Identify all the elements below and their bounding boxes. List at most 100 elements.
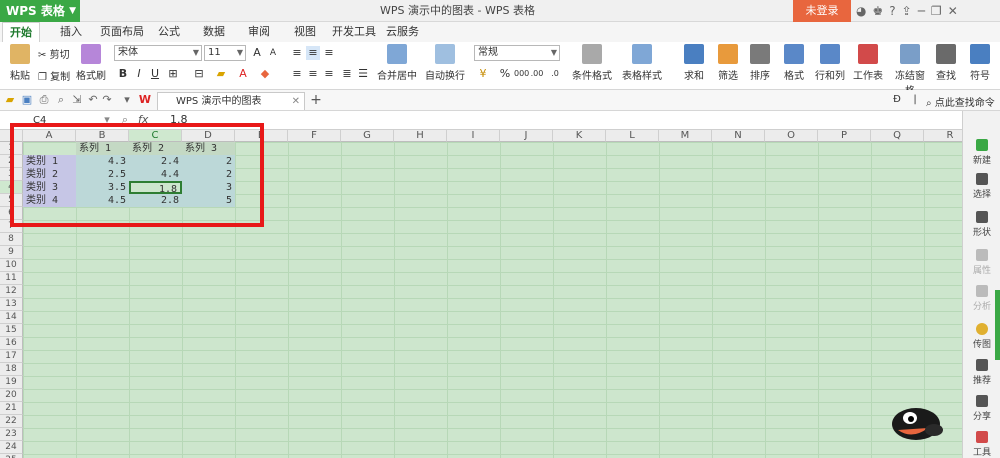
preview-icon[interactable]: ⌕ xyxy=(54,93,68,107)
column-header[interactable]: L xyxy=(606,130,659,142)
row-header[interactable]: 8 xyxy=(0,233,23,246)
sidebar-item-properties[interactable]: 属性 xyxy=(963,249,1000,276)
row-col-button[interactable]: 行和列 xyxy=(812,44,848,82)
italic-icon[interactable]: I xyxy=(132,67,146,81)
redo-icon[interactable]: ↷ xyxy=(100,93,114,107)
tab-review[interactable]: 审阅 xyxy=(248,22,270,42)
search-command[interactable]: ⌕ 点此查找命令 xyxy=(926,94,995,109)
filter-button[interactable]: 筛选 xyxy=(714,44,742,82)
column-header[interactable]: P xyxy=(818,130,871,142)
fill-color-icon[interactable]: ▰ xyxy=(214,67,228,81)
increase-font-icon[interactable]: A xyxy=(250,46,264,60)
row-header[interactable]: 11 xyxy=(0,272,23,285)
row-header[interactable]: 14 xyxy=(0,311,23,324)
column-header[interactable]: F xyxy=(288,130,341,142)
shirt-icon[interactable]: ♚ xyxy=(872,4,883,18)
open-folder-icon[interactable]: ▰ xyxy=(3,93,17,107)
format-button[interactable]: 格式 xyxy=(780,44,808,82)
thousands-icon[interactable]: 000 xyxy=(514,67,529,81)
merge-shape-icon[interactable]: ⊟ xyxy=(192,67,206,81)
clear-format-icon[interactable]: ◆ xyxy=(258,67,272,81)
column-header[interactable]: H xyxy=(394,130,447,142)
column-header[interactable]: R xyxy=(924,130,962,142)
print-icon[interactable]: ⎙ xyxy=(37,93,51,107)
tab-home[interactable]: 开始 xyxy=(2,22,40,42)
row-header[interactable]: 20 xyxy=(0,389,23,402)
row-header[interactable]: 10 xyxy=(0,259,23,272)
bold-icon[interactable]: B xyxy=(116,67,130,81)
sidebar-item-select[interactable]: 选择 xyxy=(963,173,1000,200)
table-style-button[interactable]: 表格样式 xyxy=(620,44,664,82)
tab-developer[interactable]: 开发工具 xyxy=(332,22,376,42)
login-button[interactable]: 未登录 xyxy=(793,0,851,22)
find-button[interactable]: 查找 xyxy=(932,44,960,82)
sidebar-item-share[interactable]: 分享 xyxy=(963,395,1000,422)
sidebar-toggle[interactable] xyxy=(995,290,1000,360)
currency-icon[interactable]: ¥ xyxy=(476,67,490,81)
doc-tab[interactable]: WPS 演示中的图表 ✕ xyxy=(157,92,305,110)
row-header[interactable]: 15 xyxy=(0,324,23,337)
align-center-icon[interactable]: ≡ xyxy=(306,67,320,81)
sidebar-item-tools[interactable]: 工具 xyxy=(963,431,1000,458)
tab-cloud[interactable]: 云服务 xyxy=(386,22,419,42)
sidebar-item-recommend[interactable]: 推荐 xyxy=(963,359,1000,386)
column-header[interactable]: O xyxy=(765,130,818,142)
sort-button[interactable]: 排序 xyxy=(746,44,774,82)
align-bottom-icon[interactable]: ≡ xyxy=(322,46,336,60)
row-header[interactable]: 22 xyxy=(0,415,23,428)
upload-icon[interactable]: ⇪ xyxy=(902,4,912,18)
new-tab-icon[interactable]: + xyxy=(309,93,323,107)
row-header[interactable]: 9 xyxy=(0,246,23,259)
app-menu-button[interactable]: WPS 表格 ▼ xyxy=(0,0,80,22)
conditional-format-button[interactable]: 条件格式 xyxy=(570,44,614,82)
tab-data[interactable]: 数据 xyxy=(203,22,225,42)
border-icon[interactable]: ⊞ xyxy=(166,67,180,81)
copy-button[interactable]: ❐ 复制 xyxy=(38,68,70,83)
font-name-select[interactable]: 宋体 ▼ xyxy=(114,45,202,61)
justify-icon[interactable]: ≣ xyxy=(340,67,354,81)
row-header[interactable]: 21 xyxy=(0,402,23,415)
paste-button[interactable]: 粘贴 xyxy=(6,44,34,82)
align-left-icon[interactable]: ≡ xyxy=(290,67,304,81)
align-right-icon[interactable]: ≡ xyxy=(322,67,336,81)
format-painter-button[interactable]: 格式刷 xyxy=(76,44,106,82)
column-header[interactable]: G xyxy=(341,130,394,142)
restore-icon[interactable]: ❐ xyxy=(931,4,942,18)
decrease-font-icon[interactable]: A xyxy=(266,46,280,60)
row-header[interactable]: 13 xyxy=(0,298,23,311)
skin-icon[interactable]: ◕ xyxy=(856,4,866,18)
sidebar-item-shape[interactable]: 形状 xyxy=(963,211,1000,238)
font-color-icon[interactable]: A xyxy=(236,67,250,81)
save-icon[interactable]: ▣ xyxy=(20,93,34,107)
row-header[interactable]: 23 xyxy=(0,428,23,441)
tab-view[interactable]: 视图 xyxy=(294,22,316,42)
column-header[interactable]: I xyxy=(447,130,500,142)
tab-insert[interactable]: 插入 xyxy=(60,22,82,42)
column-header[interactable]: M xyxy=(659,130,712,142)
close-icon[interactable]: ✕ xyxy=(292,93,300,110)
close-icon[interactable]: ✕ xyxy=(948,4,958,18)
export-icon[interactable]: ⇲ xyxy=(70,93,84,107)
font-size-select[interactable]: 11 ▼ xyxy=(204,45,246,61)
column-header[interactable]: Q xyxy=(871,130,924,142)
align-top-icon[interactable]: ≡ xyxy=(290,46,304,60)
worksheet-button[interactable]: 工作表 xyxy=(852,44,884,82)
column-header[interactable]: K xyxy=(553,130,606,142)
sidebar-item-new[interactable]: 新建 xyxy=(963,139,1000,166)
decrease-decimal-icon[interactable]: .0 xyxy=(548,67,562,81)
column-header[interactable]: J xyxy=(500,130,553,142)
undo-icon[interactable]: ↶ xyxy=(86,93,100,107)
b-icon[interactable]: Ð xyxy=(890,93,904,107)
column-header[interactable]: N xyxy=(712,130,765,142)
row-header[interactable]: 24 xyxy=(0,441,23,454)
row-header[interactable]: 25 xyxy=(0,454,23,458)
tab-formula[interactable]: 公式 xyxy=(158,22,180,42)
merge-center-button[interactable]: 合并居中 xyxy=(374,44,420,82)
chevron-down-icon[interactable]: ▾ xyxy=(120,93,134,107)
cut-button[interactable]: ✂ 剪切 xyxy=(38,46,70,61)
number-format-select[interactable]: 常规 ▼ xyxy=(474,45,560,61)
wrap-text-button[interactable]: 自动换行 xyxy=(425,44,465,82)
row-header[interactable]: 17 xyxy=(0,350,23,363)
underline-icon[interactable]: U xyxy=(148,67,162,81)
symbol-button[interactable]: 符号 xyxy=(966,44,994,82)
